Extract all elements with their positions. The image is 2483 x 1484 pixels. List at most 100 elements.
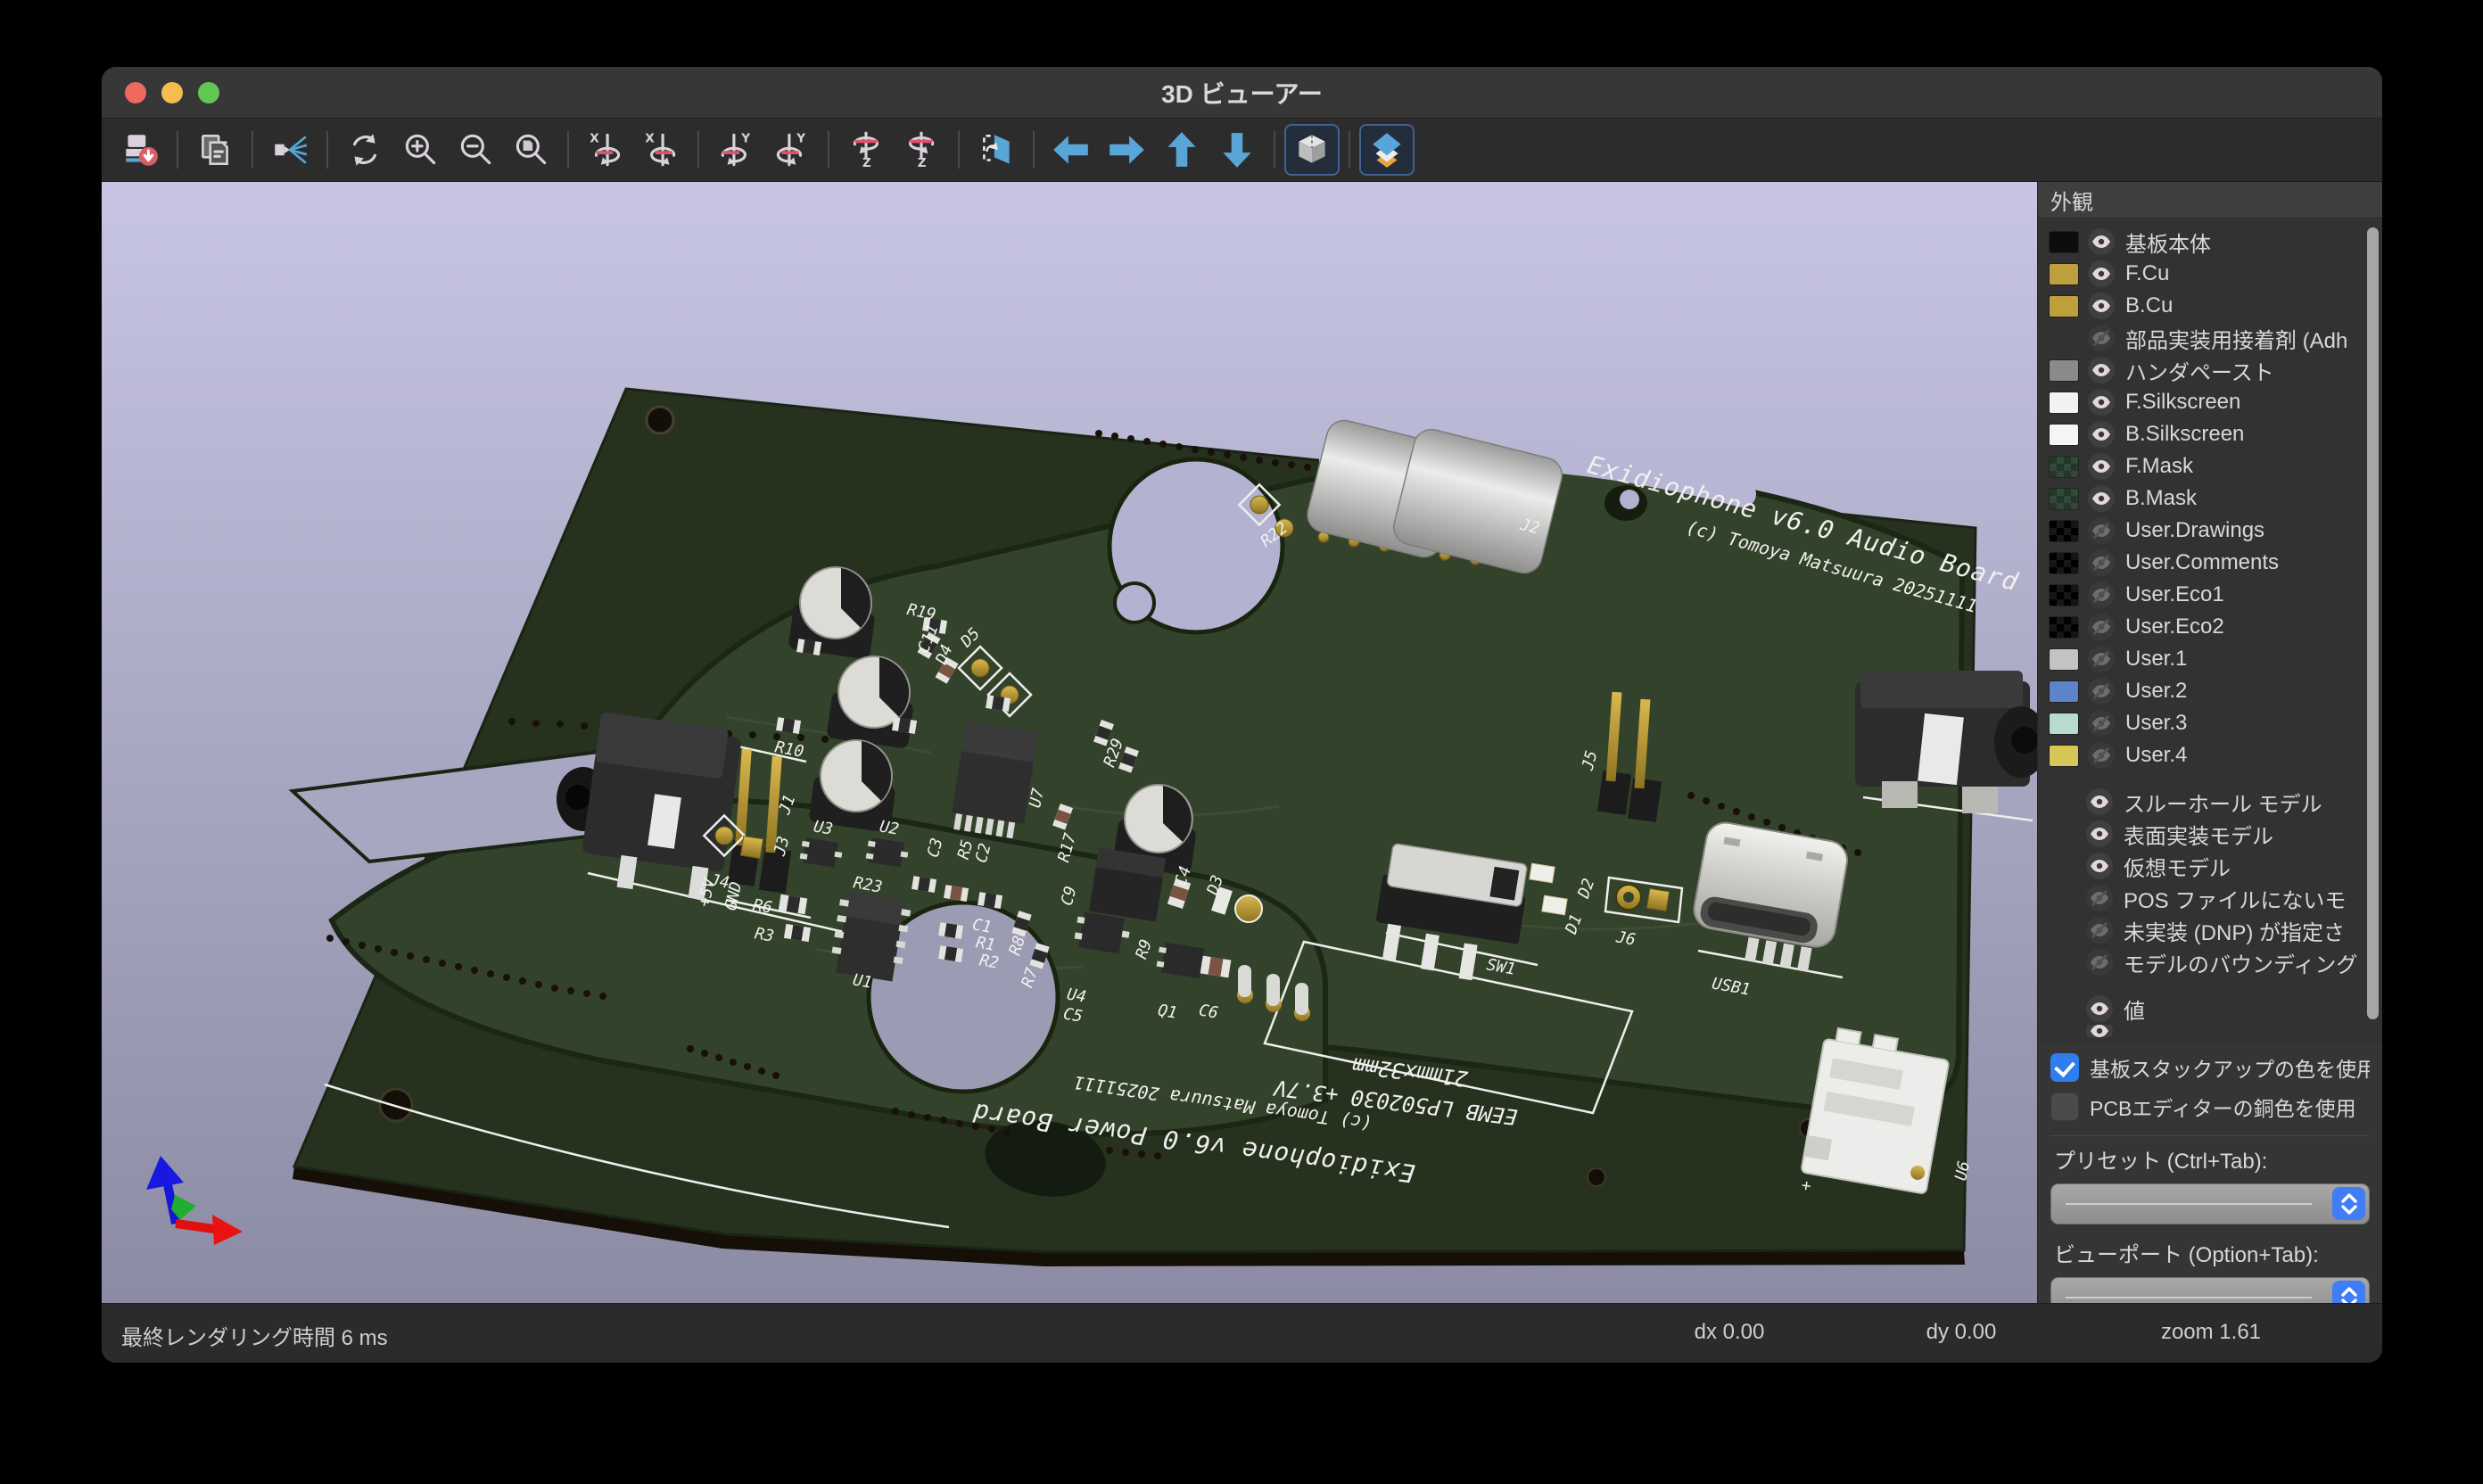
visibility-eye-icon[interactable] xyxy=(2088,357,2115,383)
layer-row-board-body[interactable]: 基板本体 xyxy=(2038,226,2382,258)
layer-row-solderpaste[interactable]: ハンダペースト xyxy=(2038,354,2382,386)
layer-row-user2[interactable]: User.2 xyxy=(2038,675,2382,707)
layer-swatch[interactable] xyxy=(2049,392,2079,414)
layer-row-user1[interactable]: User.1 xyxy=(2038,643,2382,675)
model-row-smd[interactable]: 表面実装モデル xyxy=(2038,818,2382,850)
layer-swatch[interactable] xyxy=(2049,584,2079,606)
visibility-eye-icon[interactable] xyxy=(2086,820,2113,847)
visibility-eye-icon[interactable] xyxy=(2086,917,2113,944)
layer-swatch[interactable] xyxy=(2049,552,2079,574)
use-stackup-colors-checkbox[interactable] xyxy=(2050,1053,2079,1082)
layer-row-fsilk[interactable]: F.Silkscreen xyxy=(2038,386,2382,418)
visibility-eye-icon[interactable] xyxy=(2088,614,2115,640)
layer-list-scrollbar[interactable] xyxy=(2367,227,2379,1019)
use-pcb-copper-color-row[interactable]: PCBエディターの銅色を使用 xyxy=(2050,1087,2370,1126)
layer-row-user-eco1[interactable]: User.Eco1 xyxy=(2038,579,2382,611)
pan-left-button[interactable] xyxy=(1045,126,1097,174)
layer-swatch[interactable] xyxy=(2049,616,2079,639)
layer-row-bsilk[interactable]: B.Silkscreen xyxy=(2038,418,2382,450)
layer-swatch[interactable] xyxy=(2049,520,2079,542)
layer-swatch[interactable] xyxy=(2049,263,2079,285)
rotate-z-cw-button[interactable]: Z xyxy=(895,126,947,174)
pan-right-button[interactable] xyxy=(1101,126,1152,174)
visibility-eye-icon[interactable] xyxy=(2086,949,2113,976)
visibility-eye-icon[interactable] xyxy=(2088,678,2115,705)
layer-swatch[interactable] xyxy=(2049,680,2079,703)
dx-status: dx 0.00 xyxy=(1671,1320,1787,1345)
visibility-eye-icon[interactable] xyxy=(2086,853,2113,879)
layer-row-bcu[interactable]: B.Cu xyxy=(2038,290,2382,322)
rotate-y-cw-button[interactable]: Y xyxy=(765,126,817,174)
copy-image-button[interactable] xyxy=(189,126,241,174)
model-row-not-in-pos[interactable]: POS ファイルにないモ xyxy=(2038,882,2382,914)
visibility-eye-icon[interactable] xyxy=(2088,517,2115,544)
appearance-layers-toggle[interactable] xyxy=(1361,126,1413,174)
model-row-dnp[interactable]: 未実装 (DNP) が指定さ xyxy=(2038,914,2382,946)
3d-viewport-canvas[interactable]: Exidiophone v6.0 Audio Board (c) Tomoya … xyxy=(102,182,2037,1303)
zoom-in-button[interactable] xyxy=(394,126,446,174)
visibility-eye-icon[interactable] xyxy=(2086,995,2113,1022)
visibility-eye-icon[interactable] xyxy=(2088,389,2115,416)
layer-row-bmask[interactable]: B.Mask xyxy=(2038,482,2382,515)
visibility-eye-icon[interactable] xyxy=(2086,788,2113,815)
zoom-window-button[interactable] xyxy=(198,82,219,103)
zoom-fit-button[interactable] xyxy=(505,126,557,174)
visibility-eye-icon[interactable] xyxy=(2088,260,2115,287)
use-pcb-copper-color-checkbox[interactable] xyxy=(2050,1092,2079,1121)
model-row-virtual[interactable]: 仮想モデル xyxy=(2038,850,2382,882)
visibility-eye-icon[interactable] xyxy=(2088,646,2115,672)
preset-dropdown-stepper[interactable] xyxy=(2332,1187,2365,1220)
visibility-eye-icon[interactable] xyxy=(2086,885,2113,911)
refresh-view-button[interactable] xyxy=(339,126,391,174)
rotate-x-ccw-button[interactable]: X xyxy=(580,126,631,174)
visibility-eye-icon[interactable] xyxy=(2088,549,2115,576)
layer-row-user4[interactable]: User.4 xyxy=(2038,739,2382,771)
visibility-eye-icon[interactable] xyxy=(2088,581,2115,608)
layer-row-user-eco2[interactable]: User.Eco2 xyxy=(2038,611,2382,643)
model-row-bounding-box[interactable]: モデルのバウンディング xyxy=(2038,946,2382,978)
pan-up-button[interactable] xyxy=(1156,126,1208,174)
rotate-z-ccw-button[interactable]: Z xyxy=(840,126,892,174)
layer-row-user3[interactable]: User.3 xyxy=(2038,707,2382,739)
minimize-button[interactable] xyxy=(161,82,183,103)
rotate-y-ccw-button[interactable]: Y xyxy=(710,126,762,174)
visibility-eye-icon[interactable] xyxy=(2088,293,2115,319)
clipped-row xyxy=(2038,1025,2382,1037)
layer-swatch[interactable] xyxy=(2049,488,2079,510)
visibility-eye-icon[interactable] xyxy=(2088,421,2115,448)
layer-row-fcu[interactable]: F.Cu xyxy=(2038,258,2382,290)
use-stackup-colors-row[interactable]: 基板スタックアップの色を使用 xyxy=(2050,1048,2370,1087)
preset-dropdown[interactable] xyxy=(2050,1183,2370,1224)
visibility-eye-icon[interactable] xyxy=(2088,485,2115,512)
3d-viewport[interactable]: Exidiophone v6.0 Audio Board (c) Tomoya … xyxy=(102,182,2037,1303)
layer-swatch[interactable] xyxy=(2049,295,2079,317)
flip-board-button[interactable] xyxy=(970,126,1022,174)
layer-row-user-comments[interactable]: User.Comments xyxy=(2038,547,2382,579)
layer-label: B.Cu xyxy=(2125,293,2173,318)
orthographic-projection-toggle[interactable] xyxy=(1286,126,1338,174)
visibility-eye-icon[interactable] xyxy=(2088,453,2115,480)
close-button[interactable] xyxy=(125,82,146,103)
layer-swatch[interactable] xyxy=(2049,713,2079,735)
visibility-eye-icon[interactable] xyxy=(2088,742,2115,769)
layer-row-user-drawings[interactable]: User.Drawings xyxy=(2038,515,2382,547)
layer-swatch[interactable] xyxy=(2049,456,2079,478)
export-image-button[interactable] xyxy=(114,126,166,174)
pan-down-button[interactable] xyxy=(1211,126,1263,174)
visibility-eye-icon[interactable] xyxy=(2088,325,2115,351)
rotate-x-cw-button[interactable]: X xyxy=(635,126,687,174)
layer-row-adhesive[interactable]: 部品実装用接着剤 (Adh xyxy=(2038,322,2382,354)
zoom-out-button[interactable] xyxy=(450,126,501,174)
layer-swatch[interactable] xyxy=(2049,648,2079,671)
svg-text:U2: U2 xyxy=(878,817,900,838)
visibility-eye-icon[interactable] xyxy=(2088,710,2115,737)
value-row[interactable]: 値 xyxy=(2038,993,2382,1025)
visibility-eye-icon[interactable] xyxy=(2088,228,2115,255)
raytracing-button[interactable] xyxy=(264,126,316,174)
layer-swatch[interactable] xyxy=(2049,231,2079,253)
model-row-through-hole[interactable]: スルーホール モデル xyxy=(2038,786,2382,818)
layer-swatch[interactable] xyxy=(2049,424,2079,446)
layer-swatch[interactable] xyxy=(2049,745,2079,767)
layer-row-fmask[interactable]: F.Mask xyxy=(2038,450,2382,482)
layer-swatch[interactable] xyxy=(2049,359,2079,382)
